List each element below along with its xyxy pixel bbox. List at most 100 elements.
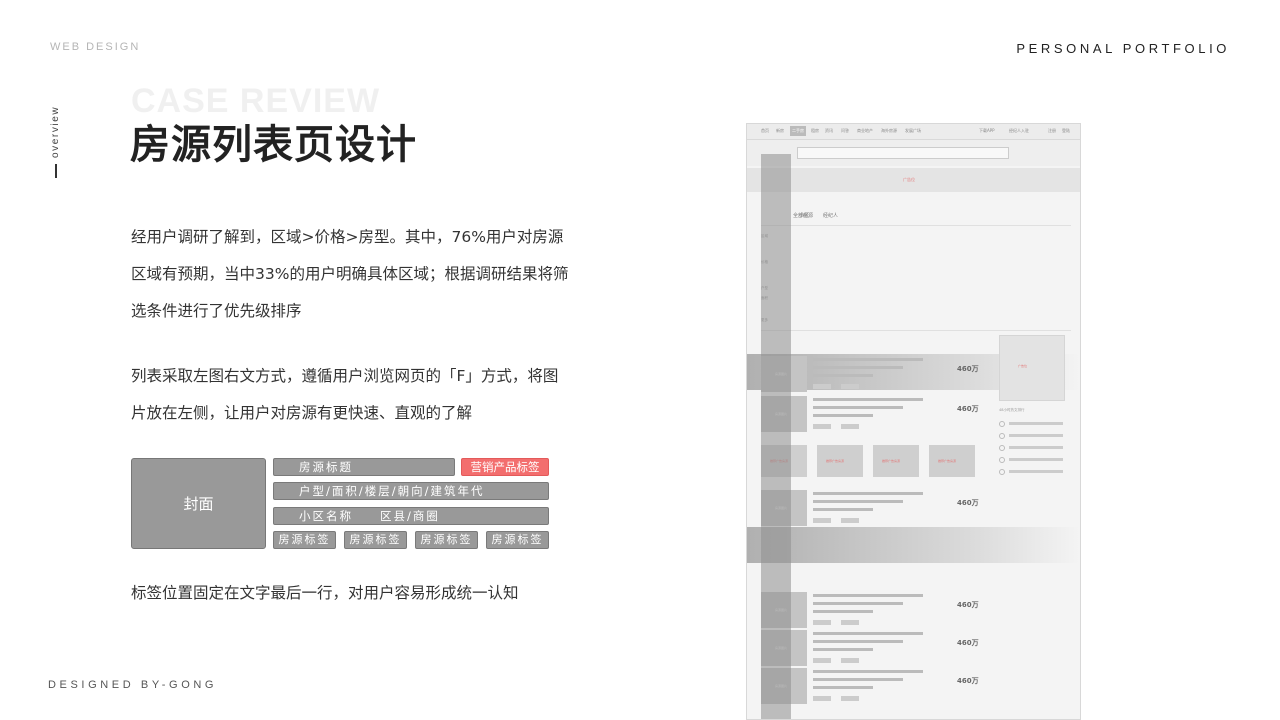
mockup-listing-price: 460万 (957, 499, 979, 507)
mockup-ad-banner: 广告位 (747, 168, 1080, 192)
mockup-listing-tag (841, 384, 859, 389)
mockup-listing: 房源图片 460万 (761, 488, 1071, 532)
mockup-listing-tag (813, 620, 831, 625)
mockup-listing: 房源图片 460万 (761, 666, 1071, 710)
mockup-nav-item: 注册 (1048, 128, 1056, 133)
listing-page-mockup: 首页 新房 二手房 租房 资讯 问答 商业地产 海外房源 发展广场 下载APP … (746, 123, 1081, 720)
mockup-listing-line (813, 670, 923, 673)
mockup-listing-line (813, 594, 923, 597)
diagram-tag: 房源标签 (415, 531, 478, 549)
mockup-side-ad: 广告位 (999, 335, 1065, 401)
mockup-listing-tag (813, 518, 831, 523)
mockup-recommend-label: 推荐广告房源 (826, 459, 845, 463)
mockup-rank-line (1009, 470, 1063, 473)
mockup-listing-line (813, 492, 923, 495)
mockup-listing-line (813, 358, 923, 361)
mockup-listing-price: 460万 (957, 639, 979, 647)
mockup-nav-item: 下载APP (979, 128, 995, 133)
footer-credit: DESIGNED BY-GONG (48, 679, 218, 691)
mockup-nav-item: 登陆 (1062, 128, 1070, 133)
side-label-bar (55, 164, 57, 178)
mockup-image-column-highlight (761, 154, 791, 719)
mockup-nav-item: 新房 (776, 128, 784, 133)
mockup-listing-tag (841, 620, 859, 625)
mockup-recommend-card: 推荐广告房源 (929, 445, 975, 477)
diagram-promo-tag: 营销产品标签 (461, 458, 549, 476)
mockup-recommend-card: 推荐广告房源 (817, 445, 863, 477)
mockup-listing-line (813, 500, 903, 503)
mockup-recommend-label: 推荐广告房源 (938, 459, 957, 463)
mockup-nav-item: 问答 (841, 128, 849, 133)
mockup-rank-item (999, 433, 1065, 439)
diagram-tag: 房源标签 (486, 531, 549, 549)
mockup-highlight-band (747, 527, 1080, 563)
mockup-listing-price: 460万 (957, 365, 979, 373)
mockup-nav-item: 首页 (761, 128, 769, 133)
mockup-nav-item: 资讯 (825, 128, 833, 133)
mockup-search-area (747, 140, 1080, 166)
mockup-rank-number-icon (999, 445, 1005, 451)
diagram-title-bar: 房源标题 (273, 458, 455, 476)
mockup-rank-number-icon (999, 457, 1005, 463)
diagram-tag: 房源标签 (344, 531, 407, 549)
mockup-listing-line (813, 632, 923, 635)
mockup-listing-line (813, 686, 873, 689)
mockup-listing-tag (813, 696, 831, 701)
side-label-text: overview (50, 105, 61, 158)
mockup-search-box (797, 147, 1009, 159)
mockup-rank-line (1009, 434, 1063, 437)
mockup-listing-line (813, 610, 873, 613)
mockup-rank-item (999, 421, 1065, 427)
mockup-nav: 首页 新房 二手房 租房 资讯 问答 商业地产 海外房源 发展广场 下载APP … (747, 124, 1080, 140)
mockup-nav-item: 发展广场 (905, 128, 921, 133)
mockup-listing-tag (841, 658, 859, 663)
mockup-rank-line (1009, 446, 1063, 449)
mockup-rank-line (1009, 422, 1063, 425)
mockup-listing-line (813, 374, 873, 377)
mockup-rank-item (999, 469, 1065, 475)
mockup-listing-tag (841, 518, 859, 523)
mockup-filter-line (761, 330, 1071, 331)
page-title: 房源列表页设计 (130, 122, 417, 168)
mockup-listing-line (813, 678, 903, 681)
diagram-cover: 封面 (131, 458, 266, 549)
mockup-listing-line (813, 648, 873, 651)
mockup-ad-label: 广告位 (903, 177, 915, 182)
mockup-nav-item: 经纪人入驻 (1009, 128, 1029, 133)
mockup-nav-item: 租房 (811, 128, 819, 133)
mockup-tab: 经纪人 (823, 213, 839, 219)
mockup-nav-item: 商业地产 (857, 128, 873, 133)
mockup-listing-tag (841, 696, 859, 701)
paragraph-tags: 标签位置固定在文字最后一行，对用户容易形成统一认知 (131, 584, 519, 602)
header-right-label: PERSONAL PORTFOLIO (1016, 41, 1230, 56)
mockup-listing-tag (841, 424, 859, 429)
side-label: overview (46, 92, 66, 158)
mockup-recommend-card: 推荐广告房源 (873, 445, 919, 477)
header-left-label: WEB DESIGN (50, 41, 141, 53)
mockup-recommend-label: 推荐广告房源 (882, 459, 901, 463)
mockup-listing-tag (813, 424, 831, 429)
mockup-side-ad-label: 广告位 (1018, 364, 1028, 368)
mockup-listing-line (813, 406, 903, 409)
mockup-listing-tag (813, 658, 831, 663)
mockup-rank-number-icon (999, 469, 1005, 475)
mockup-rank-number-icon (999, 421, 1005, 427)
mockup-rank-line (1009, 458, 1063, 461)
mockup-listing-line (813, 640, 903, 643)
paragraph-layout: 列表采取左图右文方式，遵循用户浏览网页的「F」方式，将图片放在左侧，让用户对房源… (131, 367, 559, 422)
mockup-listing-line (813, 602, 903, 605)
mockup-tabs: 全部房源 小区 经纪人 (747, 210, 1080, 222)
diagram-info-bar: 户型/面积/楼层/朝向/建筑年代 (273, 482, 549, 500)
mockup-listing-price: 460万 (957, 405, 979, 413)
mockup-nav-item: 海外房源 (881, 128, 897, 133)
mockup-listing-price: 460万 (957, 601, 979, 609)
mockup-tab: 小区 (799, 213, 810, 219)
mockup-nav-item-active: 二手房 (790, 126, 806, 136)
mockup-listing-line (813, 414, 873, 417)
mockup-rank-item (999, 445, 1065, 451)
paragraph-research: 经用户调研了解到，区域>价格>房型。其中，76%用户对房源区域有预期，当中33%… (131, 228, 569, 320)
diagram-community-bar: 小区名称 区县/商圈 (273, 507, 549, 525)
mockup-listing-price: 460万 (957, 677, 979, 685)
mockup-listing-line (813, 508, 873, 511)
mockup-filter-line (761, 225, 1071, 226)
